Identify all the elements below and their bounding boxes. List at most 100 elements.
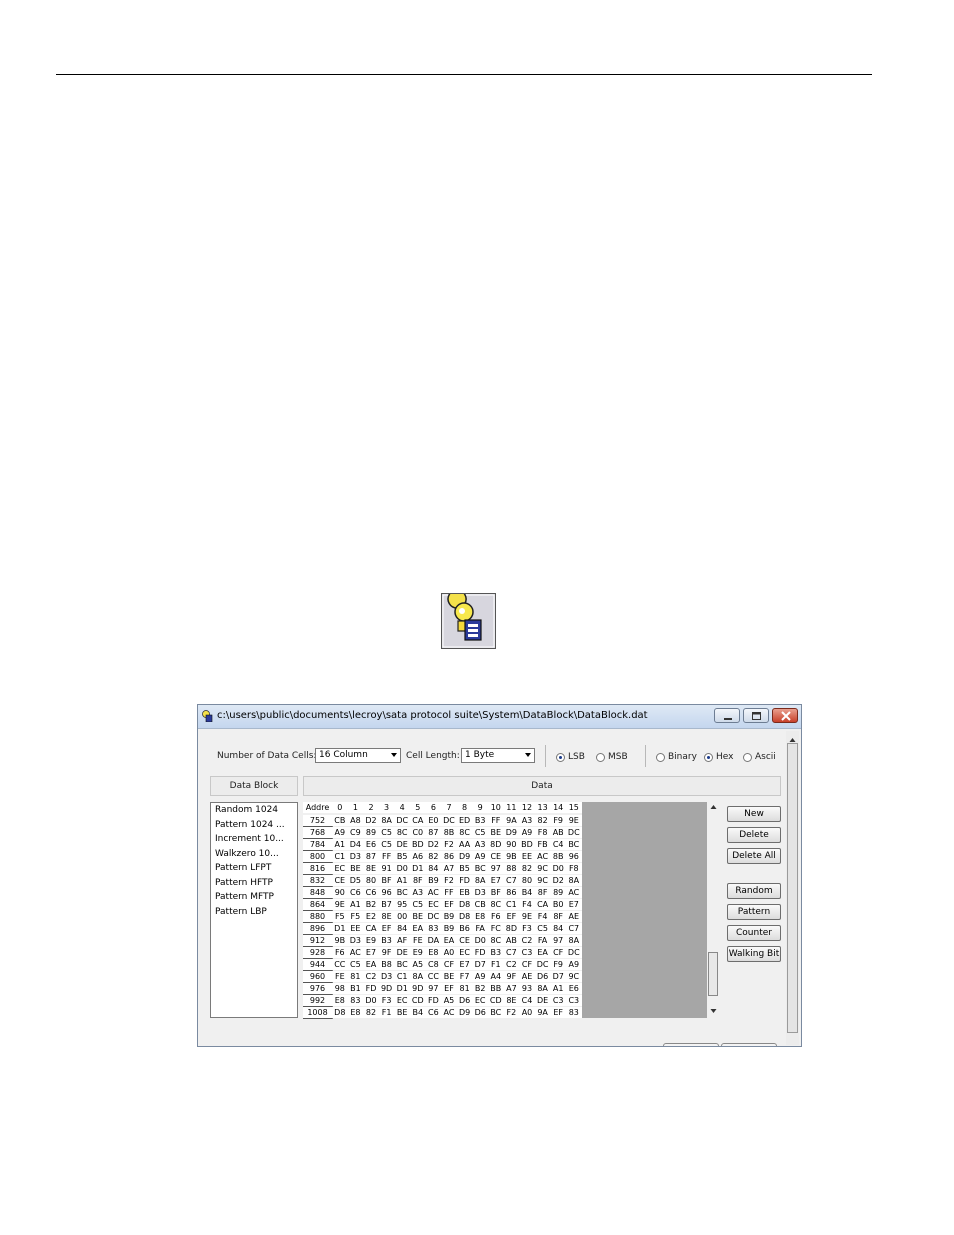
- hex-cell[interactable]: D2: [550, 875, 567, 886]
- hex-cell[interactable]: C3: [550, 995, 567, 1006]
- hex-cell[interactable]: C5: [347, 959, 365, 970]
- hex-cell[interactable]: B4: [519, 887, 536, 898]
- hex-cell[interactable]: D1: [332, 923, 349, 934]
- hex-cell[interactable]: 9D: [378, 983, 396, 994]
- hex-cell[interactable]: A1: [347, 899, 365, 910]
- hex-cell[interactable]: DE: [394, 947, 411, 958]
- data-block-tool-icon[interactable]: [441, 589, 496, 649]
- row-address[interactable]: 768: [303, 827, 333, 839]
- row-address[interactable]: 960: [303, 971, 333, 983]
- hex-cell[interactable]: D7: [472, 959, 489, 970]
- hex-cell[interactable]: 00: [394, 911, 411, 922]
- hex-cell[interactable]: EC: [394, 995, 411, 1006]
- hex-cell[interactable]: F6: [332, 947, 349, 958]
- hex-cell[interactable]: EE: [519, 851, 536, 862]
- random-button[interactable]: Random: [727, 883, 781, 899]
- hex-cell[interactable]: C2: [503, 959, 521, 970]
- hex-cell[interactable]: 82: [363, 1007, 380, 1018]
- hex-cell[interactable]: 8A: [472, 875, 489, 886]
- hex-cell[interactable]: C5: [378, 839, 396, 850]
- hex-cell[interactable]: 96: [566, 851, 583, 862]
- hex-cell[interactable]: 8B: [550, 851, 567, 862]
- hex-cell[interactable]: EC: [425, 899, 443, 910]
- hex-cell[interactable]: 82: [519, 863, 536, 874]
- hex-cell[interactable]: EC: [332, 863, 349, 874]
- row-address[interactable]: 752: [303, 815, 333, 827]
- row-address[interactable]: 832: [303, 875, 333, 887]
- column-header[interactable]: 13: [534, 802, 552, 813]
- hex-cell[interactable]: D6: [534, 971, 552, 982]
- hex-cell[interactable]: B3: [378, 935, 396, 946]
- hex-cell[interactable]: DC: [394, 815, 411, 826]
- hex-cell[interactable]: E0: [425, 815, 443, 826]
- hex-cell[interactable]: F3: [519, 923, 536, 934]
- hex-cell[interactable]: AA: [456, 839, 474, 850]
- hex-cell[interactable]: BB: [488, 983, 505, 994]
- hex-cell[interactable]: FE: [332, 971, 349, 982]
- row-address[interactable]: 1008: [303, 1007, 333, 1019]
- hex-cell[interactable]: A7: [503, 983, 521, 994]
- hex-cell[interactable]: C0: [410, 827, 427, 838]
- hex-cell[interactable]: D6: [456, 995, 474, 1006]
- hex-cell[interactable]: 91: [378, 863, 396, 874]
- hex-cell[interactable]: AC: [425, 887, 443, 898]
- hex-cell[interactable]: E7: [363, 947, 380, 958]
- hex-cell[interactable]: FD: [472, 947, 489, 958]
- hex-cell[interactable]: FD: [456, 875, 474, 886]
- hex-cell[interactable]: B9: [441, 911, 458, 922]
- hex-cell[interactable]: C1: [503, 899, 521, 910]
- hex-cell[interactable]: 8F: [550, 911, 567, 922]
- hex-cell[interactable]: EF: [441, 983, 458, 994]
- hex-cell[interactable]: C5: [410, 899, 427, 910]
- hex-cell[interactable]: F1: [488, 959, 505, 970]
- hex-cell[interactable]: F9: [550, 815, 567, 826]
- row-address[interactable]: 784: [303, 839, 333, 851]
- hex-cell[interactable]: 8A: [378, 815, 396, 826]
- hex-cell[interactable]: F2: [441, 839, 458, 850]
- binary-radio[interactable]: [656, 753, 665, 762]
- hex-cell[interactable]: 9F: [503, 971, 521, 982]
- hex-cell[interactable]: 9B: [503, 851, 521, 862]
- hex-cell[interactable]: CE: [332, 875, 349, 886]
- hex-cell[interactable]: D0: [363, 995, 380, 1006]
- hex-cell[interactable]: 82: [534, 815, 552, 826]
- addr-column-header[interactable]: Addre: [303, 802, 333, 813]
- hex-cell[interactable]: 8B: [441, 827, 458, 838]
- hex-cell[interactable]: C2: [363, 971, 380, 982]
- hex-cell[interactable]: B4: [410, 1007, 427, 1018]
- hex-cell[interactable]: BC: [394, 959, 411, 970]
- hex-cell[interactable]: A5: [441, 995, 458, 1006]
- hex-cell[interactable]: 89: [363, 827, 380, 838]
- hex-cell[interactable]: A8: [347, 815, 365, 826]
- hex-cell[interactable]: CD: [410, 995, 427, 1006]
- column-header[interactable]: 14: [550, 802, 567, 813]
- hex-cell[interactable]: 93: [519, 983, 536, 994]
- hex-cell[interactable]: F8: [534, 827, 552, 838]
- hex-cell[interactable]: A0: [519, 1007, 536, 1018]
- hex-cell[interactable]: B2: [363, 899, 380, 910]
- hex-cell[interactable]: EF: [503, 911, 521, 922]
- hex-cell[interactable]: E7: [456, 959, 474, 970]
- hex-cell[interactable]: BC: [566, 839, 583, 850]
- hex-cell[interactable]: EC: [456, 947, 474, 958]
- hex-cell[interactable]: 8E: [503, 995, 521, 1006]
- hex-cell[interactable]: D4: [347, 839, 365, 850]
- cancel-button-partial[interactable]: [721, 1043, 777, 1046]
- hex-cell[interactable]: B5: [456, 863, 474, 874]
- hex-cell[interactable]: E2: [363, 911, 380, 922]
- hex-cell[interactable]: BC: [488, 1007, 505, 1018]
- hex-cell[interactable]: 86: [503, 887, 521, 898]
- hex-cell[interactable]: C7: [503, 875, 521, 886]
- hex-cell[interactable]: FC: [488, 923, 505, 934]
- hex-cell[interactable]: E8: [472, 911, 489, 922]
- hex-cell[interactable]: DE: [534, 995, 552, 1006]
- msb-radio[interactable]: [596, 753, 605, 762]
- hex-cell[interactable]: 9E: [566, 815, 583, 826]
- column-header[interactable]: 10: [488, 802, 505, 813]
- hex-cell[interactable]: E8: [332, 995, 349, 1006]
- hex-cell[interactable]: 8F: [534, 887, 552, 898]
- hex-cell[interactable]: EC: [472, 995, 489, 1006]
- hex-cell[interactable]: FA: [472, 923, 489, 934]
- hex-cell[interactable]: A9: [472, 971, 489, 982]
- hex-cell[interactable]: EB: [456, 887, 474, 898]
